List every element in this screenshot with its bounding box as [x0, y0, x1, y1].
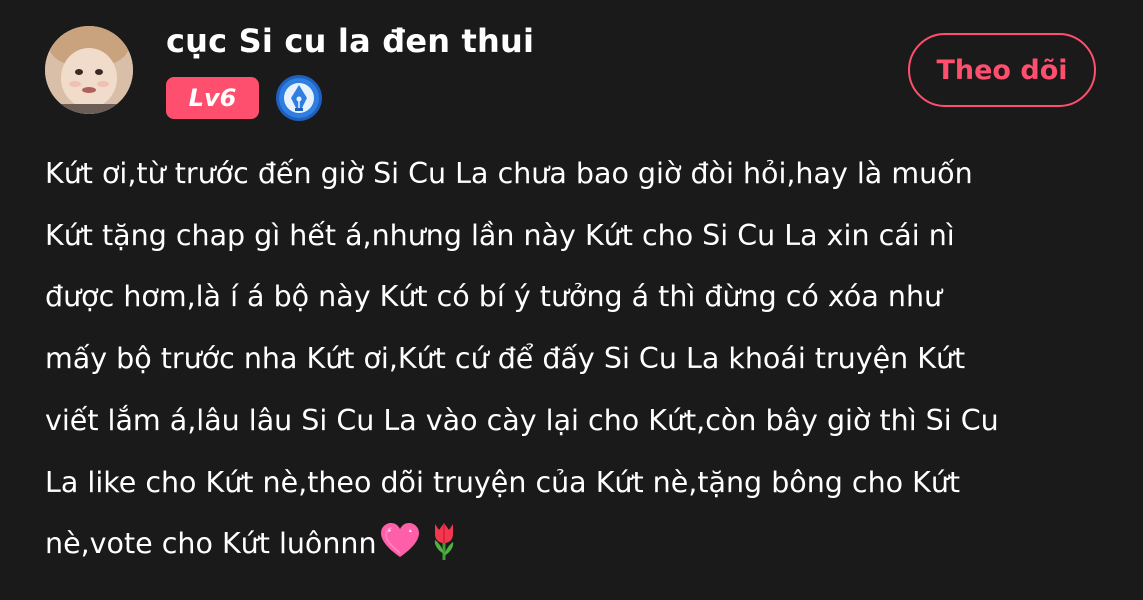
comment-line: La like cho Kứt nè,theo dõi truyện của K…	[45, 465, 961, 499]
pen-nib-badge-icon	[275, 74, 323, 122]
comment-last-line: nè,vote cho Kứt luônnn	[45, 513, 1115, 575]
comment-line: được hơm,là í á bộ này Kứt có bí ý tưởng…	[45, 280, 943, 314]
follow-button[interactable]: Theo dõi	[908, 33, 1096, 107]
avatar[interactable]	[45, 26, 133, 114]
heart-emoji-icon	[379, 520, 421, 562]
avatar-image	[45, 26, 133, 114]
comment-line: viết lắm á,lâu lâu Si Cu La vào cày lại …	[45, 403, 999, 437]
level-badge: Lv6	[166, 77, 259, 119]
username[interactable]: cục Si cu la đen thui	[166, 22, 534, 60]
comment-line: Kứt ơi,từ trước đến giờ Si Cu La chưa ba…	[45, 157, 973, 190]
comment-text: Kứt ơi,từ trước đến giờ Si Cu La chưa ba…	[45, 143, 1115, 575]
comment-line: mấy bộ trước nha Kứt ơi,Kứt cứ để đấy Si…	[45, 342, 966, 376]
comment-line: Kứt tặng chap gì hết á,nhưng lần này Kứt…	[45, 218, 955, 252]
comment-line: nè,vote cho Kứt luônnn	[45, 527, 377, 561]
tulip-emoji-icon	[423, 520, 465, 562]
